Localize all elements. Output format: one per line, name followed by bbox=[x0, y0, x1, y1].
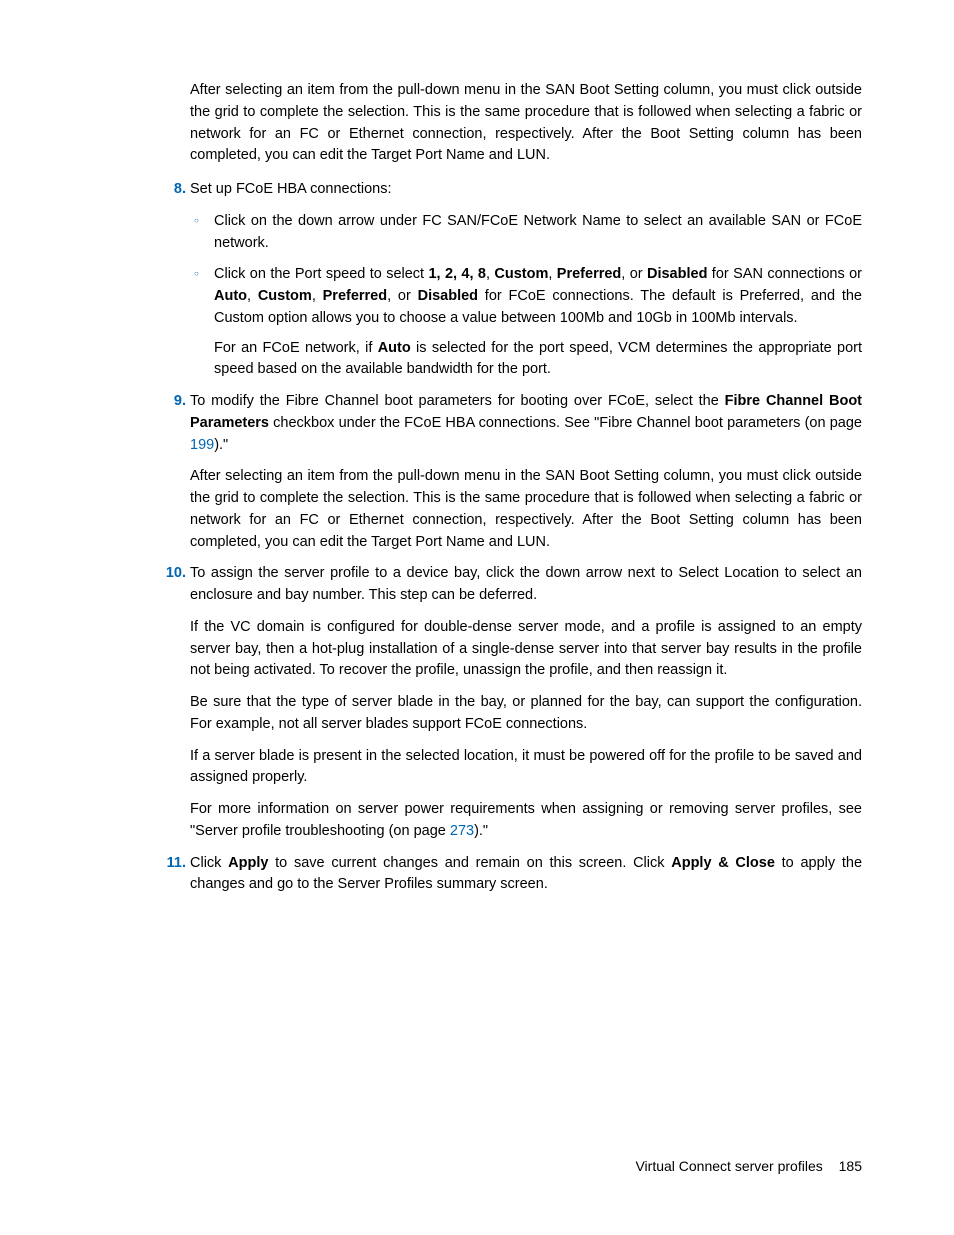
step-number: 10. bbox=[162, 563, 186, 585]
step-10-p5: For more information on server power req… bbox=[190, 799, 862, 843]
step-10-p1: To assign the server profile to a device… bbox=[190, 563, 862, 607]
step-8: 8. Set up FCoE HBA connections: ○ Click … bbox=[190, 179, 862, 381]
page-footer: Virtual Connect server profiles 185 bbox=[635, 1156, 862, 1177]
page-link-199[interactable]: 199 bbox=[190, 437, 214, 453]
step-10-p4: If a server blade is present in the sele… bbox=[190, 746, 862, 790]
step-9: 9. To modify the Fibre Channel boot para… bbox=[190, 391, 862, 553]
step-11-text: Click Apply to save current changes and … bbox=[190, 853, 862, 897]
step-number: 8. bbox=[162, 179, 186, 201]
step-8-sub-1: ○ Click on the down arrow under FC SAN/F… bbox=[214, 211, 862, 255]
page-number: 185 bbox=[839, 1158, 862, 1174]
step-8-sub-2: ○ Click on the Port speed to select 1, 2… bbox=[214, 264, 862, 381]
step-9-p2: After selecting an item from the pull-do… bbox=[190, 466, 862, 553]
sub-text: Click on the Port speed to select 1, 2, … bbox=[214, 264, 862, 329]
step-11: 11. Click Apply to save current changes … bbox=[190, 853, 862, 897]
sub-text: For an FCoE network, if Auto is selected… bbox=[214, 338, 862, 382]
step-10: 10. To assign the server profile to a de… bbox=[190, 563, 862, 842]
document-content: After selecting an item from the pull-do… bbox=[190, 80, 862, 896]
step-10-p2: If the VC domain is configured for doubl… bbox=[190, 617, 862, 682]
circle-bullet-icon: ○ bbox=[194, 268, 199, 280]
sub-text: Click on the down arrow under FC SAN/FCo… bbox=[214, 211, 862, 255]
step-10-p3: Be sure that the type of server blade in… bbox=[190, 692, 862, 736]
circle-bullet-icon: ○ bbox=[194, 215, 199, 227]
footer-title: Virtual Connect server profiles bbox=[635, 1158, 822, 1174]
step-number: 9. bbox=[162, 391, 186, 413]
page-link-273[interactable]: 273 bbox=[450, 823, 474, 839]
step-8-lead: Set up FCoE HBA connections: bbox=[190, 179, 862, 201]
step-9-p1: To modify the Fibre Channel boot paramet… bbox=[190, 391, 862, 456]
step-number: 11. bbox=[162, 853, 186, 875]
intro-paragraph: After selecting an item from the pull-do… bbox=[190, 80, 862, 167]
